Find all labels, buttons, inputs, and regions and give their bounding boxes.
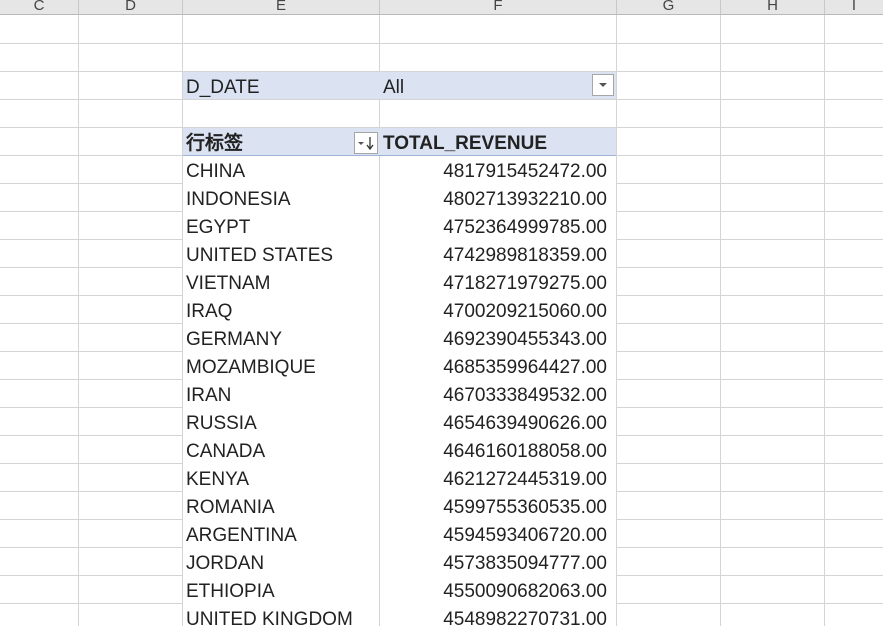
column-header-d[interactable]: D xyxy=(79,0,183,14)
pivot-row-value[interactable]: 4742989818359.00 xyxy=(383,241,607,268)
pivot-row-label[interactable]: MOZAMBIQUE xyxy=(186,353,376,380)
pivot-row-label[interactable]: IRAQ xyxy=(186,297,376,324)
column-header-e[interactable]: E xyxy=(183,0,380,14)
chevron-down-icon xyxy=(599,83,607,87)
row-labels-header[interactable]: 行标签 xyxy=(186,129,351,156)
pivot-row-label[interactable]: INDONESIA xyxy=(186,185,376,212)
pivot-row-label[interactable]: UNITED KINGDOM xyxy=(186,605,376,632)
pivot-row-label[interactable]: ARGENTINA xyxy=(186,521,376,548)
pivot-row-value[interactable]: 4621272445319.00 xyxy=(383,465,607,492)
pivot-row-value[interactable]: 4550090682063.00 xyxy=(383,577,607,604)
pivot-row-label[interactable]: CHINA xyxy=(186,157,376,184)
pivot-row-value[interactable]: 4700209215060.00 xyxy=(383,297,607,324)
pivot-row-label[interactable]: JORDAN xyxy=(186,549,376,576)
pivot-row-label[interactable]: IRAN xyxy=(186,381,376,408)
column-header-h[interactable]: H xyxy=(721,0,825,14)
pivot-row-value[interactable]: 4646160188058.00 xyxy=(383,437,607,464)
col-line xyxy=(78,15,79,626)
col-line xyxy=(379,15,380,626)
pivot-row-label[interactable]: ETHIOPIA xyxy=(186,577,376,604)
pivot-row-label[interactable]: GERMANY xyxy=(186,325,376,352)
pivot-row-value[interactable]: 4548982270731.00 xyxy=(383,605,607,632)
column-header-strip: C D E F G H I xyxy=(0,0,883,15)
pivot-row-label[interactable]: ROMANIA xyxy=(186,493,376,520)
pivot-row-label[interactable]: RUSSIA xyxy=(186,409,376,436)
filter-dropdown-button[interactable] xyxy=(592,74,614,96)
sort-descending-icon xyxy=(358,137,374,151)
filter-field-label[interactable]: D_DATE xyxy=(186,73,376,100)
filter-value[interactable]: All xyxy=(383,73,583,100)
column-header-f[interactable]: F xyxy=(380,0,617,14)
pivot-row-value[interactable]: 4599755360535.00 xyxy=(383,493,607,520)
pivot-row-label[interactable]: UNITED STATES xyxy=(186,241,376,268)
col-line xyxy=(616,15,617,626)
pivot-row-value[interactable]: 4718271979275.00 xyxy=(383,269,607,296)
pivot-row-label[interactable]: CANADA xyxy=(186,437,376,464)
row-labels-sort-filter-button[interactable] xyxy=(354,132,378,154)
column-header-g[interactable]: G xyxy=(617,0,721,14)
row-line xyxy=(0,43,883,44)
pivot-row-label[interactable]: KENYA xyxy=(186,465,376,492)
pivot-row-label[interactable]: VIETNAM xyxy=(186,269,376,296)
col-line xyxy=(824,15,825,626)
pivot-row-value[interactable]: 4654639490626.00 xyxy=(383,409,607,436)
column-header-c[interactable]: C xyxy=(0,0,79,14)
column-header-i[interactable]: I xyxy=(825,0,883,14)
total-revenue-header[interactable]: TOTAL_REVENUE xyxy=(383,129,613,156)
pivot-row-value[interactable]: 4752364999785.00 xyxy=(383,213,607,240)
pivot-row-value[interactable]: 4573835094777.00 xyxy=(383,549,607,576)
pivot-row-value[interactable]: 4802713932210.00 xyxy=(383,185,607,212)
pivot-row-label[interactable]: EGYPT xyxy=(186,213,376,240)
pivot-row-value[interactable]: 4817915452472.00 xyxy=(383,157,607,184)
pivot-row-value[interactable]: 4670333849532.00 xyxy=(383,381,607,408)
col-line xyxy=(182,15,183,626)
col-line xyxy=(720,15,721,626)
pivot-row-value[interactable]: 4594593406720.00 xyxy=(383,521,607,548)
pivot-row-value[interactable]: 4692390455343.00 xyxy=(383,325,607,352)
pivot-row-value[interactable]: 4685359964427.00 xyxy=(383,353,607,380)
